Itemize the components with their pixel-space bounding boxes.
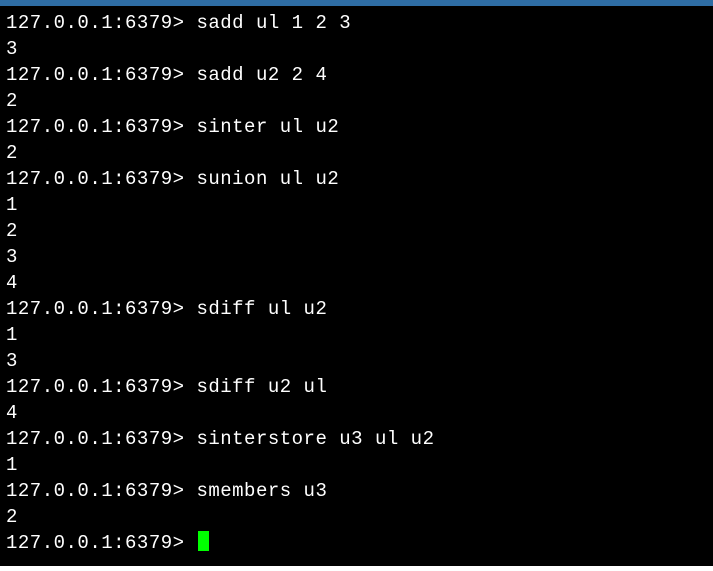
prompt: 127.0.0.1:6379> xyxy=(6,532,185,554)
command-line: 127.0.0.1:6379> sinterstore u3 ul u2 xyxy=(6,426,707,452)
output-line: 4 xyxy=(6,270,707,296)
prompt: 127.0.0.1:6379> xyxy=(6,428,185,450)
output-text: 2 xyxy=(6,506,18,528)
prompt: 127.0.0.1:6379> xyxy=(6,480,185,502)
output-text: 2 xyxy=(6,142,18,164)
output-line: 2 xyxy=(6,218,707,244)
command-line: 127.0.0.1:6379> sdiff u2 ul xyxy=(6,374,707,400)
output-text: 1 xyxy=(6,194,18,216)
prompt: 127.0.0.1:6379> xyxy=(6,376,185,398)
output-line: 3 xyxy=(6,348,707,374)
prompt: 127.0.0.1:6379> xyxy=(6,116,185,138)
command-text: sinterstore u3 ul u2 xyxy=(196,428,434,450)
command-line: 127.0.0.1:6379> sinter ul u2 xyxy=(6,114,707,140)
command-line: 127.0.0.1:6379> smembers u3 xyxy=(6,478,707,504)
command-line: 127.0.0.1:6379> sunion ul u2 xyxy=(6,166,707,192)
command-line: 127.0.0.1:6379> sdiff ul u2 xyxy=(6,296,707,322)
output-text: 3 xyxy=(6,246,18,268)
output-line: 3 xyxy=(6,244,707,270)
terminal-window[interactable]: 127.0.0.1:6379> sadd ul 1 2 33127.0.0.1:… xyxy=(0,0,713,566)
command-text: sdiff u2 ul xyxy=(196,376,327,398)
output-text: 4 xyxy=(6,272,18,294)
prompt: 127.0.0.1:6379> xyxy=(6,298,185,320)
command-text: sadd u2 2 4 xyxy=(196,64,327,86)
output-text: 1 xyxy=(6,324,18,346)
output-text: 3 xyxy=(6,38,18,60)
output-line: 1 xyxy=(6,322,707,348)
output-text: 1 xyxy=(6,454,18,476)
command-line: 127.0.0.1:6379> sadd ul 1 2 3 xyxy=(6,10,707,36)
prompt: 127.0.0.1:6379> xyxy=(6,12,185,34)
command-line: 127.0.0.1:6379> sadd u2 2 4 xyxy=(6,62,707,88)
output-text: 4 xyxy=(6,402,18,424)
output-line: 4 xyxy=(6,400,707,426)
terminal-output-area: 127.0.0.1:6379> sadd ul 1 2 33127.0.0.1:… xyxy=(6,10,707,556)
command-text: sinter ul u2 xyxy=(196,116,339,138)
prompt: 127.0.0.1:6379> xyxy=(6,64,185,86)
output-line: 2 xyxy=(6,88,707,114)
active-prompt-line[interactable]: 127.0.0.1:6379> xyxy=(6,530,707,556)
output-line: 3 xyxy=(6,36,707,62)
output-line: 1 xyxy=(6,452,707,478)
command-text: sadd ul 1 2 3 xyxy=(196,12,351,34)
output-line: 2 xyxy=(6,504,707,530)
output-line: 1 xyxy=(6,192,707,218)
output-line: 2 xyxy=(6,140,707,166)
output-text: 3 xyxy=(6,350,18,372)
cursor-icon xyxy=(198,531,209,551)
output-text: 2 xyxy=(6,220,18,242)
output-text: 2 xyxy=(6,90,18,112)
prompt: 127.0.0.1:6379> xyxy=(6,168,185,190)
command-text: sdiff ul u2 xyxy=(196,298,327,320)
command-text: sunion ul u2 xyxy=(196,168,339,190)
command-text: smembers u3 xyxy=(196,480,327,502)
